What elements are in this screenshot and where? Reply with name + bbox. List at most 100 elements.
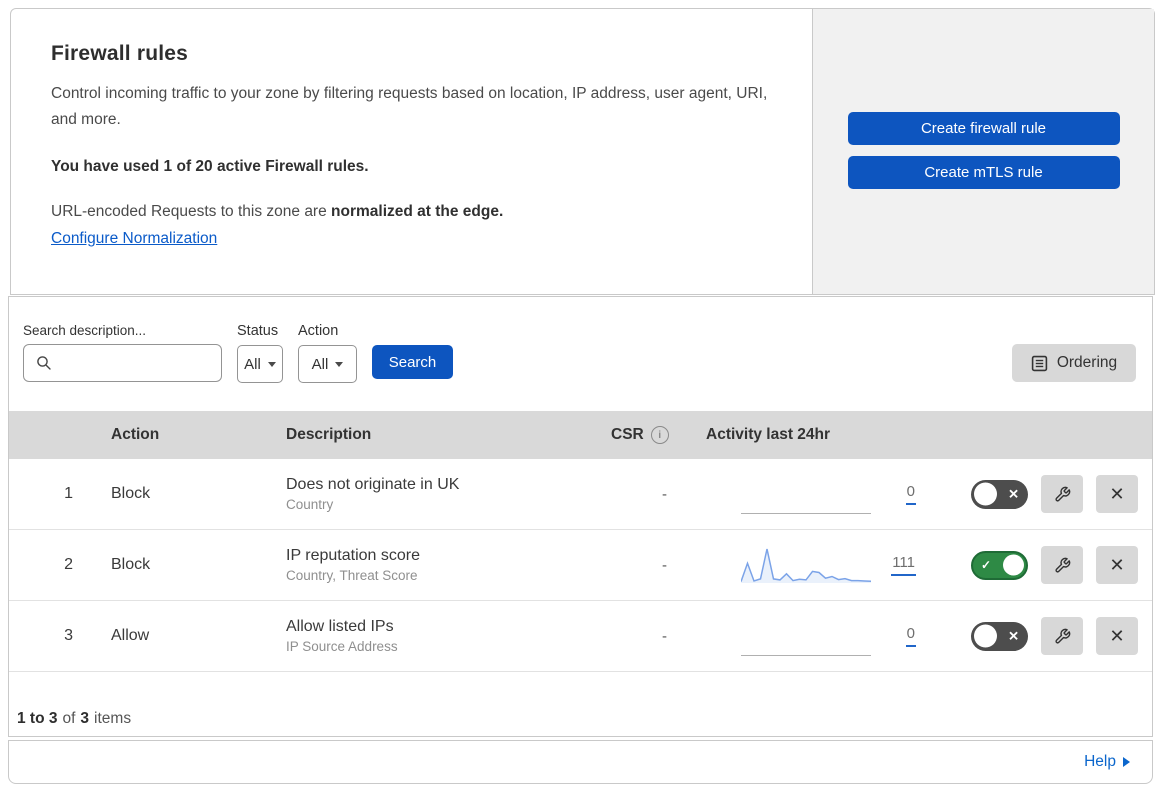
toggle-knob [1003, 554, 1024, 576]
csr-header-label: CSR [611, 426, 644, 443]
activity-column-header: Activity last 24hr [706, 426, 831, 443]
rule-action: Allow [111, 627, 150, 644]
create-firewall-rule-button[interactable]: Create firewall rule [847, 112, 1120, 145]
rule-fields: Country [286, 497, 334, 512]
header-card: Firewall rules Control incoming traffic … [10, 8, 1155, 295]
arrow-right-icon [1123, 757, 1130, 767]
search-label: Search description... [23, 323, 147, 338]
filter-bar: Search description... Status All Action [9, 297, 1152, 411]
firewall-rules-page: Firewall rules Control incoming traffic … [0, 0, 1161, 791]
toggle-knob [974, 624, 997, 648]
delete-rule-button[interactable]: ✕ [1096, 546, 1138, 584]
action-select[interactable]: All [298, 345, 357, 383]
rule-description-cell: Does not originate in UK Country [276, 476, 598, 512]
rule-csr-value: - [662, 485, 667, 503]
action-selected-value: All [311, 355, 329, 373]
action-label: Action [298, 323, 339, 339]
rule-priority: 3 [64, 627, 73, 644]
status-filter-group: Status All [237, 323, 283, 383]
activity-sparkline [741, 616, 871, 656]
normalization-text: URL-encoded Requests to this zone are [51, 203, 332, 221]
normalization-bold: normalized at the edge. [331, 203, 504, 221]
ordering-icon [1031, 355, 1048, 371]
help-label: Help [1084, 753, 1116, 770]
rule-description-cell: Allow listed IPs IP Source Address [276, 618, 598, 654]
toggle-state-icon: ✓ [981, 558, 992, 572]
help-link[interactable]: Help [1084, 753, 1130, 771]
rule-description-cell: IP reputation score Country, Threat Scor… [276, 547, 598, 583]
rule-fields: Country, Threat Score [286, 568, 418, 583]
ordering-button-label: Ordering [1056, 354, 1118, 371]
description-column-header: Description [286, 426, 372, 443]
ordering-button[interactable]: Ordering [1012, 344, 1136, 382]
page-description: Control incoming traffic to your zone by… [51, 85, 768, 129]
rule-enabled-toggle[interactable]: ✕ [971, 479, 1028, 509]
activity-sparkline [740, 545, 872, 585]
header-text-panel: Firewall rules Control incoming traffic … [11, 9, 812, 294]
rule-csr-value: - [662, 556, 667, 574]
activity-sparkline [741, 474, 871, 514]
rule-activity-cell: 111 [693, 545, 928, 585]
normalization-note: URL-encoded Requests to this zone are no… [51, 203, 772, 221]
usage-summary: You have used 1 of 20 active Firewall ru… [51, 158, 369, 176]
delete-rule-button[interactable]: ✕ [1096, 475, 1138, 513]
rule-controls: ✓ ✕ [928, 546, 1152, 584]
search-icon [37, 356, 51, 370]
configure-normalization-link[interactable]: Configure Normalization [51, 230, 217, 248]
page-title: Firewall rules [51, 42, 189, 65]
rule-action: Block [111, 485, 151, 502]
activity-count-link[interactable]: 0 [905, 625, 916, 647]
rule-description: Does not originate in UK [286, 476, 460, 493]
rule-controls: ✕ ✕ [928, 475, 1152, 513]
edit-rule-button[interactable] [1041, 475, 1083, 513]
close-icon: ✕ [1109, 554, 1125, 575]
table-row: 1 Block Does not originate in UK Country… [9, 459, 1152, 530]
csr-column-header: CSR i [598, 426, 693, 444]
close-icon: ✕ [1109, 625, 1125, 646]
table-row: 3 Allow Allow listed IPs IP Source Addre… [9, 601, 1152, 672]
rule-fields: IP Source Address [286, 639, 398, 654]
status-label: Status [237, 323, 279, 339]
info-icon[interactable]: i [650, 426, 669, 444]
table-row: 2 Block IP reputation score Country, Thr… [9, 530, 1152, 601]
edit-rule-button[interactable] [1041, 617, 1083, 655]
rule-activity-cell: 0 [693, 616, 928, 656]
create-mtls-rule-button[interactable]: Create mTLS rule [847, 156, 1120, 189]
rule-description: IP reputation score [286, 547, 421, 564]
wrench-icon [1054, 486, 1070, 502]
rule-enabled-toggle[interactable]: ✓ [971, 550, 1028, 580]
rule-description: Allow listed IPs [286, 618, 394, 635]
actions-panel: Create firewall rule Create mTLS rule [812, 9, 1154, 294]
toggle-state-icon: ✕ [1008, 486, 1019, 502]
rule-priority: 2 [64, 556, 73, 573]
chevron-down-icon [335, 361, 344, 367]
rule-priority: 1 [64, 485, 73, 502]
activity-count-link[interactable]: 0 [905, 483, 916, 505]
wrench-icon [1054, 557, 1070, 573]
pagination-total: 3 [80, 710, 90, 727]
search-button[interactable]: Search [372, 345, 453, 379]
rule-enabled-toggle[interactable]: ✕ [971, 621, 1028, 651]
status-select[interactable]: All [237, 345, 283, 383]
edit-rule-button[interactable] [1041, 546, 1083, 584]
rule-controls: ✕ ✕ [928, 617, 1152, 655]
search-group: Search description... [23, 323, 222, 382]
activity-count-link[interactable]: 111 [891, 554, 916, 576]
status-selected-value: All [244, 355, 261, 373]
pagination-summary: 1 to 3 of 3 items [9, 672, 1152, 728]
toggle-knob [974, 482, 997, 506]
rule-csr-value: - [662, 627, 667, 645]
delete-rule-button[interactable]: ✕ [1096, 617, 1138, 655]
rules-card: Search description... Status All Action [8, 296, 1153, 737]
rule-action: Block [111, 556, 151, 573]
wrench-icon [1054, 628, 1070, 644]
table-header-row: Action Description CSR i Activity last 2… [9, 411, 1152, 459]
pagination-range: 1 to 3 [17, 710, 58, 727]
chevron-down-icon [267, 361, 276, 367]
close-icon: ✕ [1109, 483, 1125, 504]
toggle-state-icon: ✕ [1008, 628, 1019, 644]
help-bar: Help [8, 740, 1153, 784]
pagination-items: items [94, 710, 132, 727]
action-column-header: Action [111, 426, 160, 443]
search-input[interactable] [23, 344, 222, 382]
